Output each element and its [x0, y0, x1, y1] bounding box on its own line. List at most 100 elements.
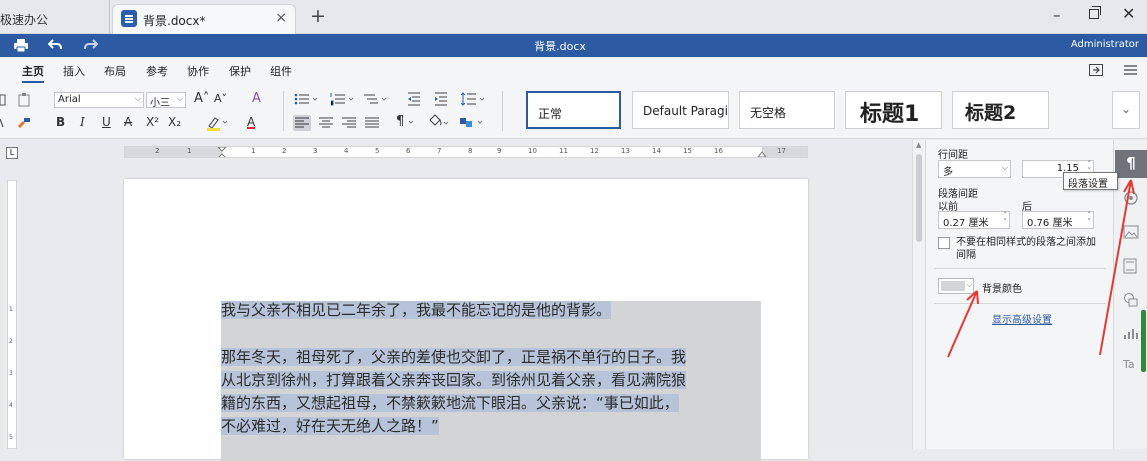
tab-stop-selector[interactable]: L [6, 147, 18, 159]
header-footer-icon[interactable] [1123, 258, 1137, 274]
hamburger-menu-icon[interactable] [1124, 65, 1137, 75]
background-color-picker[interactable]: ⌵ [938, 278, 974, 294]
paragraph-2-line-2[interactable]: 从北京到徐州，打算跟着父亲奔丧回家。到徐州见着父亲，看见满院狼 [221, 369, 761, 392]
tab-insert[interactable]: 插入 [63, 63, 85, 79]
style-heading-1[interactable]: 标题1 [845, 91, 942, 129]
browser-tab-left[interactable]: 极速办公 [0, 0, 110, 34]
shrink-font-button[interactable]: A˅ [214, 92, 227, 106]
font-size-select[interactable]: 小三 ⌵ [146, 92, 186, 109]
font-color-button[interactable]: A [247, 115, 255, 129]
paragraph-text: 我与父亲不相见已二年余了，我最不能忘记的是他的背影。 [221, 301, 612, 319]
tab-layout[interactable]: 布局 [104, 63, 126, 79]
ruler-number: 15 [683, 147, 692, 155]
grow-font-button[interactable]: A˄ [194, 92, 209, 106]
scrollbar-thumb[interactable] [916, 154, 922, 242]
tab-protect[interactable]: 保护 [229, 63, 251, 79]
line-spacing-type-value: 多 [943, 167, 953, 178]
font-name-select[interactable]: Arial ⌵ [54, 92, 144, 108]
style-default-paragraph[interactable]: Default Paragi [632, 91, 729, 129]
right-indent-marker-icon[interactable] [757, 149, 767, 158]
align-left-icon[interactable] [293, 115, 311, 131]
spinner-icon[interactable]: ˄ ˅ [1004, 212, 1008, 226]
bullet-list-icon[interactable] [294, 92, 320, 106]
numbered-list-icon[interactable] [330, 92, 356, 106]
ruler-number: 2 [155, 147, 160, 155]
tab-plugins[interactable]: 组件 [270, 63, 292, 79]
spacing-after-input[interactable]: 0.76 厘米 ˄ ˅ [1022, 211, 1094, 229]
ruler-number: 5 [375, 147, 380, 155]
cut-icon[interactable] [0, 117, 4, 131]
window-restore-icon[interactable] [1089, 6, 1101, 19]
line-spacing-label: 行间距 [938, 150, 968, 161]
line-spacing-icon[interactable] [461, 92, 487, 106]
paste-icon[interactable] [18, 93, 31, 107]
increase-indent-icon[interactable] [434, 92, 448, 106]
copy-icon[interactable] [0, 93, 6, 107]
ruler-number: 11 [559, 147, 568, 155]
indent-marker-icon[interactable] [217, 147, 227, 158]
spacing-before-input[interactable]: 0.27 厘米 ˄ ˅ [938, 211, 1010, 229]
styles-expand-button[interactable]: ⌄ [1112, 91, 1140, 129]
no-space-same-style-checkbox[interactable] [938, 237, 950, 249]
style-heading-2[interactable]: 标题2 [952, 91, 1049, 129]
clear-format-button[interactable]: A [252, 92, 261, 106]
tab-close-icon[interactable]: × [275, 10, 287, 26]
right-sidebar-icon-bar: ¶ Ta [1113, 140, 1147, 449]
chart-icon[interactable] [1123, 326, 1139, 340]
window-minimize-icon[interactable]: – [1053, 6, 1061, 24]
shading-icon[interactable] [427, 113, 451, 131]
underline-button[interactable]: U [102, 115, 111, 129]
decrease-indent-icon[interactable] [407, 92, 421, 106]
ruler-number: 10 [528, 147, 537, 155]
browser-tab-active[interactable]: 背景.docx* × [112, 4, 296, 34]
tab-home[interactable]: 主页 [22, 63, 44, 83]
text-art-icon[interactable]: Ta [1123, 358, 1135, 371]
highlight-icon[interactable] [206, 115, 228, 131]
font-size-value: 小三 [150, 98, 170, 109]
new-tab-icon[interactable]: + [310, 5, 326, 27]
open-location-icon[interactable] [1089, 64, 1103, 76]
vertical-ruler[interactable]: 1 2 3 4 5 [7, 180, 17, 449]
image-icon[interactable] [1123, 225, 1139, 239]
image-settings-icon[interactable] [1123, 190, 1139, 206]
divider [934, 303, 1106, 304]
align-right-icon[interactable] [341, 115, 357, 131]
horizontal-ruler[interactable]: 2 1 1 2 3 4 5 6 7 8 9 10 11 12 13 14 15 … [124, 146, 808, 158]
paragraph-1[interactable]: 我与父亲不相见已二年余了，我最不能忘记的是他的背影。 [221, 299, 761, 322]
paragraph-mark-button[interactable]: ¶ [396, 115, 404, 129]
document-scrollbar[interactable]: ▲ [912, 140, 925, 449]
style-no-spacing[interactable]: 无空格 [739, 91, 835, 129]
tab-collaborate[interactable]: 协作 [187, 63, 209, 79]
borders-icon[interactable] [459, 115, 485, 131]
style-heading-2-label: 标题2 [965, 102, 1017, 124]
multilevel-list-icon[interactable] [363, 92, 389, 106]
scroll-up-icon[interactable]: ▲ [916, 141, 921, 149]
browser-tab-left-label: 极速办公 [0, 13, 49, 27]
bold-button[interactable]: B [56, 115, 65, 129]
strikethrough-button[interactable]: A [124, 115, 132, 129]
spinner-icon[interactable]: ˄ ˅ [1088, 212, 1092, 226]
shape-icon[interactable] [1123, 292, 1139, 308]
line-spacing-type-select[interactable]: 多 ⌵ [938, 160, 1011, 178]
ruler-number: 12 [590, 147, 599, 155]
align-justify-icon[interactable] [364, 115, 380, 131]
paragraph-2-line-4[interactable]: 不必难过，好在天无绝人之路！” [221, 415, 761, 438]
style-normal[interactable]: 正常 [526, 91, 621, 129]
document-work-area[interactable]: L 2 1 1 2 3 4 5 6 7 8 9 10 11 12 13 14 1… [0, 140, 925, 461]
superscript-button[interactable]: X² [146, 115, 159, 129]
paragraph-2-line-3[interactable]: 籍的东西，又想起祖母，不禁簌簌地流下眼泪。父亲说：“事已如此， [221, 392, 761, 415]
chevron-down-icon: ⌵ [176, 94, 183, 103]
document-page[interactable]: 我与父亲不相见已二年余了，我最不能忘记的是他的背影。 那年冬天，祖母死了，父亲的… [124, 179, 808, 461]
align-center-icon[interactable] [318, 115, 334, 131]
window-close-icon[interactable]: ✕ [1122, 4, 1135, 23]
show-advanced-settings-link[interactable]: 显示高级设置 [992, 311, 1052, 326]
paragraph-text: 不必难过，好在天无绝人之路！” [221, 417, 439, 435]
user-name[interactable]: Administrator [1071, 39, 1139, 50]
tab-references[interactable]: 参考 [146, 63, 168, 79]
paragraph-2-line-1[interactable]: 那年冬天，祖母死了，父亲的差使也交卸了，正是祸不单行的日子。我 [221, 346, 761, 369]
format-painter-icon[interactable] [17, 116, 31, 130]
paragraph-settings-icon[interactable]: ¶ [1115, 150, 1147, 178]
italic-button[interactable]: I [80, 115, 85, 129]
background-color-label: 背景颜色 [982, 284, 1022, 295]
subscript-button[interactable]: X₂ [168, 115, 181, 129]
